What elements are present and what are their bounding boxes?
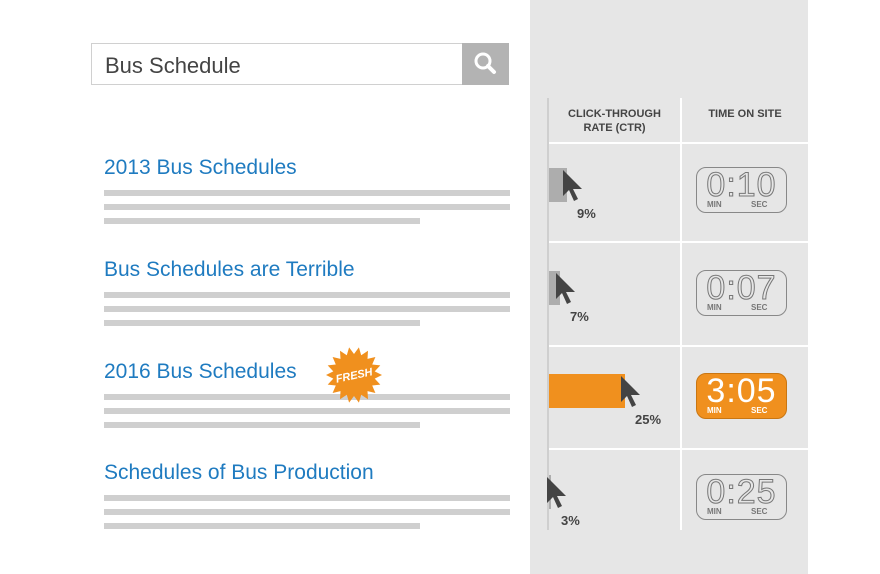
cursor-icon (563, 170, 582, 201)
ctr-header: CLICK-THROUGH RATE (CTR) (549, 107, 680, 135)
cursor-icon (556, 273, 575, 304)
sec-label: SEC (751, 200, 768, 209)
snippet-line (104, 422, 420, 428)
ctr-value: 3% (561, 513, 580, 528)
result-title-link[interactable]: 2013 Bus Schedules (104, 156, 297, 180)
row-divider (549, 241, 808, 243)
row-divider (549, 345, 808, 347)
search-result: 2016 Bus Schedules (104, 360, 510, 428)
ctr-value: 25% (635, 412, 662, 427)
column-divider (680, 98, 682, 530)
snippet-line (104, 320, 420, 326)
ctr-header-line2: RATE (CTR) (583, 122, 646, 134)
result-title-link[interactable]: Schedules of Bus Production (104, 461, 374, 485)
snippet-line (104, 292, 510, 298)
row-divider (549, 142, 808, 144)
fresh-badge: FRESH (326, 347, 382, 403)
ctr-value: 9% (577, 206, 596, 221)
row-divider (549, 448, 808, 450)
min-label: MIN (707, 303, 722, 312)
search-box[interactable]: Bus Schedule (91, 43, 509, 85)
sec-label: SEC (751, 303, 768, 312)
snippet-line (104, 190, 510, 196)
search-result: 2013 Bus Schedules (104, 156, 510, 224)
axis-line (547, 98, 549, 530)
sec-label: SEC (751, 406, 768, 415)
ctr-bar (549, 374, 625, 408)
time-header: TIME ON SITE (708, 108, 782, 120)
search-result: Schedules of Bus Production (104, 461, 510, 529)
min-label: MIN (707, 200, 722, 209)
search-icon (474, 52, 496, 74)
snippet-line (104, 495, 510, 501)
ctr-value: 7% (570, 309, 589, 324)
search-result: Bus Schedules are Terrible (104, 258, 510, 326)
time-on-site-timer: 0:07 MIN SEC (696, 269, 787, 316)
min-label: MIN (707, 406, 722, 415)
snippet-line (104, 408, 510, 414)
sec-label: SEC (751, 507, 768, 516)
cursor-icon (547, 477, 566, 508)
snippet-line (104, 204, 510, 210)
snippet-line (104, 509, 510, 515)
snippet-line (104, 523, 420, 529)
snippet-line (104, 306, 510, 312)
ctr-header-line1: CLICK-THROUGH (568, 108, 661, 120)
cursor-icon (621, 376, 640, 407)
time-on-site-timer: 0:10 MIN SEC (696, 166, 787, 213)
result-title-link[interactable]: 2016 Bus Schedules (104, 360, 297, 384)
search-button[interactable] (462, 43, 509, 85)
snippet-line (104, 218, 420, 224)
snippet-line (104, 394, 510, 400)
result-title-link[interactable]: Bus Schedules are Terrible (104, 258, 355, 282)
min-label: MIN (707, 507, 722, 516)
time-on-site-timer: 0:25 MIN SEC (696, 473, 787, 520)
time-on-site-timer: 3:05 MIN SEC (696, 372, 787, 419)
search-input[interactable]: Bus Schedule (105, 53, 241, 79)
